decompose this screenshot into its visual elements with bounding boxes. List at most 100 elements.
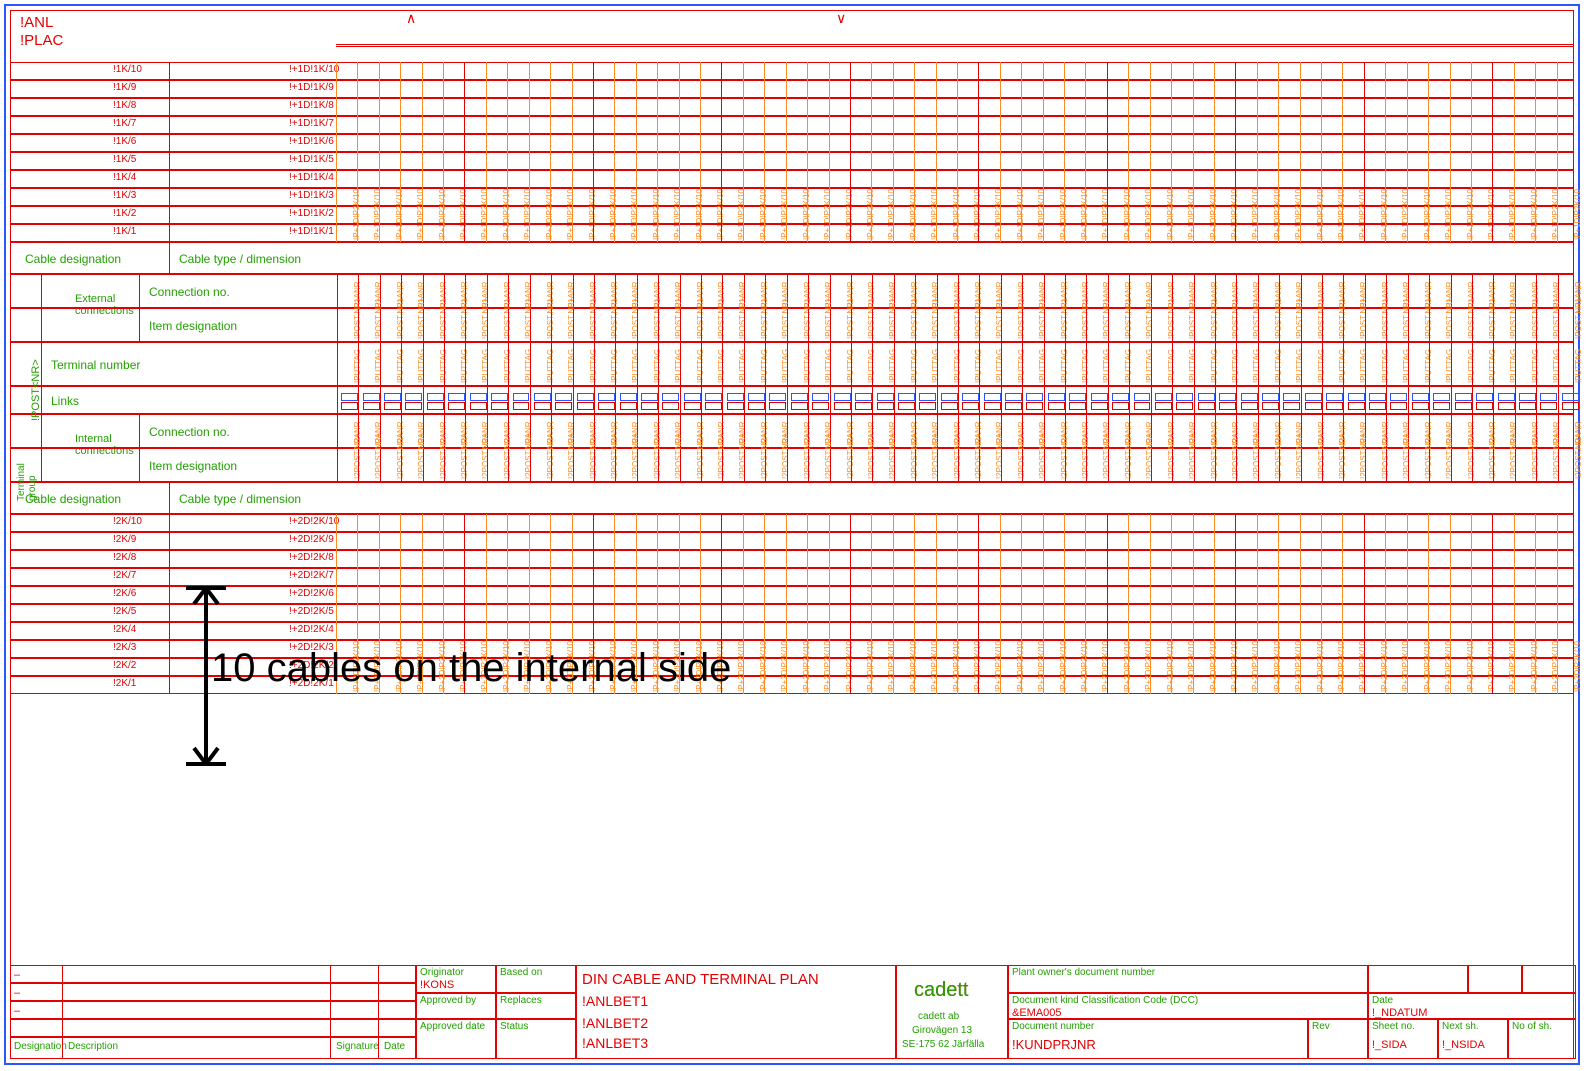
wire-column: !P+1D!P2K/10 <box>871 62 892 242</box>
wire-column: !P+1D!P2K/10 <box>572 62 593 242</box>
wire-column: !P+1D!P2K/10 <box>400 62 421 242</box>
wire-column: !P+2D!P2K/10 <box>978 514 999 694</box>
wire-column: !P+1D!P2K/10 <box>978 62 999 242</box>
wire-column: !P+1D!P2K/10 <box>550 62 571 242</box>
wire-column: !P+2D!P2K/10 <box>1150 514 1171 694</box>
wire-column: !P+1D!P2K/10 <box>893 62 914 242</box>
wire-column: !P+1D!P2K/10 <box>1257 62 1278 242</box>
wire-column: !P+2D!P2K/10 <box>1235 514 1256 694</box>
wire-column: !P+1D!P2K/10 <box>1150 62 1171 242</box>
wire-column: !P+1D!P2K/10 <box>679 62 700 242</box>
wire-column: !P+2D!P2K/10 <box>1321 514 1342 694</box>
wire-column: !P+2D!P2K/10 <box>1000 514 1021 694</box>
mid-row-7: Cable designationCable type / dimension <box>10 482 1574 514</box>
wire-column: !P+1D!P2K/10 <box>1492 62 1513 242</box>
wire-column: !P+2D!P2K/10 <box>871 514 892 694</box>
wire-column: !P+1D!P2K/10 <box>1428 62 1449 242</box>
wire-column: !P+1D!P2K/10 <box>464 62 485 242</box>
wire-column: !P+2D!P2K/10 <box>1021 514 1042 694</box>
wire-column: !P+1D!P2K/10 <box>1450 62 1471 242</box>
caret-up: ∧ <box>406 10 416 27</box>
wire-column: !P+1D!P2K/10 <box>743 62 764 242</box>
mid-row-6: Item designation!2POST.NR+!2POST.NR+!2PO… <box>10 448 1574 482</box>
wire-column: !P+1D!P2K/10 <box>1064 62 1085 242</box>
wire-column: !P+2D!P2K/10 <box>1342 514 1363 694</box>
wire-column: !P+2D!P2K/10 <box>1085 514 1106 694</box>
annotation-text: 10 cables on the internal side <box>211 646 731 691</box>
wire-column: !P+2D!P2K/10 <box>850 514 871 694</box>
wire-column: !P+1D!P2K/10 <box>786 62 807 242</box>
wire-column: !P+2D!P2K/10 <box>957 514 978 694</box>
wire-column: !P+1D!P2K/10 <box>486 62 507 242</box>
wire-column: !P+1D!P2K/10 <box>1471 62 1492 242</box>
wire-column: !P+1D!P2K/10 <box>1193 62 1214 242</box>
mid-row-0: Cable designationCable type / dimension <box>10 242 1574 274</box>
wire-column: !P+1D!P2K/10 <box>829 62 850 242</box>
wire-column: !P+2D!P2K/10 <box>1300 514 1321 694</box>
wire-column: !P+2D!P2K/10 <box>1492 514 1513 694</box>
wire-column: !P+1D!P2K/10 <box>657 62 678 242</box>
vlabel-terminal-group: Terminal group <box>16 463 38 501</box>
wire-column: !P+1D!P2K/10 <box>614 62 635 242</box>
wire-column: !P+1D!P2K/10 <box>914 62 935 242</box>
wire-column: !P+1D!P2K/10 <box>379 62 400 242</box>
wire-column: !P+2D!P2K/10 <box>1043 514 1064 694</box>
wire-column: !P+1D!P2K/10 <box>1342 62 1363 242</box>
caret-down: ∨ <box>836 10 846 27</box>
wire-column: !P+2D!P2K/10 <box>914 514 935 694</box>
wire-column: !P+1D!P2K/10 <box>1214 62 1235 242</box>
wire-column: !P+1D!P2K/10 <box>1171 62 1192 242</box>
wire-column: !P+1D!P2K/10 <box>357 62 378 242</box>
wire-column: !P+1D!P2K/10 <box>1321 62 1342 242</box>
wire-column: !P+1D!P2K/10 <box>1364 62 1385 242</box>
page-header-plac: !PLAC <box>20 32 63 49</box>
wire-column: !P+1D!P2K/10 <box>1535 62 1556 242</box>
wire-column: !P+1D!P2K/10 <box>529 62 550 242</box>
wire-column: !P+2D!P2K/10 <box>1193 514 1214 694</box>
wire-column: !P+1D!P2K/10 <box>636 62 657 242</box>
wire-column: !P+1D!P2K/10 <box>336 62 357 242</box>
wire-column: !P+2D!P2K/10 <box>893 514 914 694</box>
wire-column: !P+1D!P2K/10 <box>443 62 464 242</box>
vlabel-post-nr: !POST<NR> <box>30 359 42 421</box>
wire-column: !P+1D!P2K/10 <box>1514 62 1535 242</box>
wire-column: !P+2D!P2K/10 <box>1407 514 1428 694</box>
wire-column: !P+2D!P2K/10 <box>1257 514 1278 694</box>
wire-column: !P+2D!P2K/10 <box>1128 514 1149 694</box>
wire-column: !P+1D!P2K/10 <box>850 62 871 242</box>
wire-column: !P+2D!P2K/10 <box>807 514 828 694</box>
wire-column: !P+2D!P2K/10 <box>1064 514 1085 694</box>
wire-column: !P+2D!P2K/10 <box>1557 514 1578 694</box>
wire-column: !P+2D!P2K/10 <box>764 514 785 694</box>
wire-column: !P+1D!P2K/10 <box>1021 62 1042 242</box>
wire-column: !P+1D!P2K/10 <box>1043 62 1064 242</box>
wire-column: !P+1D!P2K/10 <box>1000 62 1021 242</box>
wire-column: !P+2D!P2K/10 <box>1450 514 1471 694</box>
wire-column: !P+1D!P2K/10 <box>1407 62 1428 242</box>
wire-column: !P+1D!P2K/10 <box>1557 62 1578 242</box>
wire-column: !P+1D!P2K/10 <box>422 62 443 242</box>
wire-column: !P+1D!P2K/10 <box>957 62 978 242</box>
wire-column: !P+1D!P2K/10 <box>1385 62 1406 242</box>
wire-column: !P+2D!P2K/10 <box>786 514 807 694</box>
wire-column: !P+1D!P2K/10 <box>700 62 721 242</box>
mid-row-3: Terminal number!PUTTAG!PUTTAG!PUTTAG!PUT… <box>10 342 1574 386</box>
wire-column: !P+1D!P2K/10 <box>1278 62 1299 242</box>
wire-column: !P+2D!P2K/10 <box>936 514 957 694</box>
wire-column: !P+1D!P2K/10 <box>1235 62 1256 242</box>
wire-column: !P+2D!P2K/10 <box>1171 514 1192 694</box>
mid-row-2: Item designation!POST.NR+!POST.NR+!POST.… <box>10 308 1574 342</box>
wire-column: !P+2D!P2K/10 <box>743 514 764 694</box>
top-rule <box>336 44 1574 47</box>
wire-column: !P+2D!P2K/10 <box>1278 514 1299 694</box>
wire-column: !P+2D!P2K/10 <box>1107 514 1128 694</box>
wire-column: !P+1D!P2K/10 <box>807 62 828 242</box>
wire-column: !P+2D!P2K/10 <box>1385 514 1406 694</box>
wire-column: !P+2D!P2K/10 <box>829 514 850 694</box>
wire-column: !P+1D!P2K/10 <box>936 62 957 242</box>
wire-column: !P+2D!P2K/10 <box>1514 514 1535 694</box>
wire-column: !P+1D!P2K/10 <box>1107 62 1128 242</box>
wire-column: !P+2D!P2K/10 <box>1214 514 1235 694</box>
wire-column: !P+1D!P2K/10 <box>721 62 742 242</box>
annotation-arrow <box>186 586 226 766</box>
